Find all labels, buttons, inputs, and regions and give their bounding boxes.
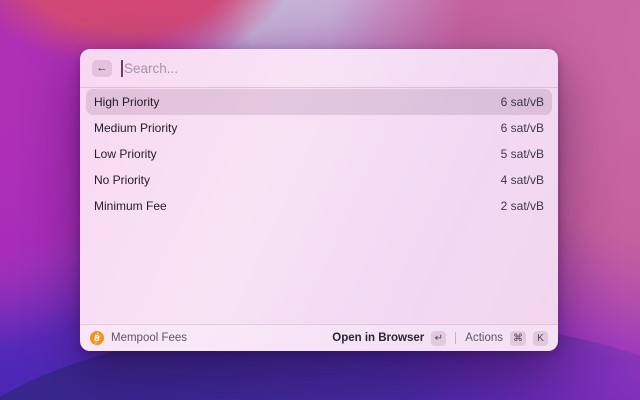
list-item-value: 2 sat/vB <box>500 199 544 213</box>
text-caret <box>121 60 123 77</box>
arrow-left-icon: ← <box>96 61 108 74</box>
results-list: High Priority 6 sat/vB Medium Priority 6… <box>80 88 558 324</box>
list-item-low-priority[interactable]: Low Priority 5 sat/vB <box>86 141 552 167</box>
list-item-high-priority[interactable]: High Priority 6 sat/vB <box>86 89 552 115</box>
list-item-minimum-fee[interactable]: Minimum Fee 2 sat/vB <box>86 193 552 219</box>
k-key-icon: K <box>533 330 548 346</box>
list-item-label: High Priority <box>94 95 160 109</box>
list-item-label: Medium Priority <box>94 121 178 135</box>
list-item-value: 5 sat/vB <box>500 147 544 161</box>
search-input[interactable] <box>121 60 546 76</box>
list-item-value: 6 sat/vB <box>500 95 544 109</box>
return-key-icon: ↵ <box>431 330 447 346</box>
list-item-label: Low Priority <box>94 147 157 161</box>
extension-name: Mempool Fees <box>111 332 188 344</box>
list-item-medium-priority[interactable]: Medium Priority 6 sat/vB <box>86 115 552 141</box>
footer-bar: B Mempool Fees Open in Browser ↵ Actions… <box>80 324 558 351</box>
list-item-no-priority[interactable]: No Priority 4 sat/vB <box>86 167 552 193</box>
search-field <box>121 49 546 87</box>
bitcoin-icon: B <box>90 331 104 345</box>
list-item-label: Minimum Fee <box>94 199 167 213</box>
list-item-label: No Priority <box>94 173 151 187</box>
list-item-value: 4 sat/vB <box>500 173 544 187</box>
back-button[interactable]: ← <box>92 59 112 77</box>
actions-menu-button[interactable]: Actions <box>465 332 503 344</box>
command-key-icon: ⌘ <box>510 330 526 346</box>
list-item-value: 6 sat/vB <box>500 121 544 135</box>
desktop-wallpaper: ← High Priority 6 sat/vB Medium Priority… <box>0 0 640 400</box>
search-bar: ← <box>80 49 558 88</box>
open-in-browser-action[interactable]: Open in Browser <box>332 332 424 344</box>
footer-divider <box>455 332 457 344</box>
launcher-window: ← High Priority 6 sat/vB Medium Priority… <box>80 49 558 351</box>
